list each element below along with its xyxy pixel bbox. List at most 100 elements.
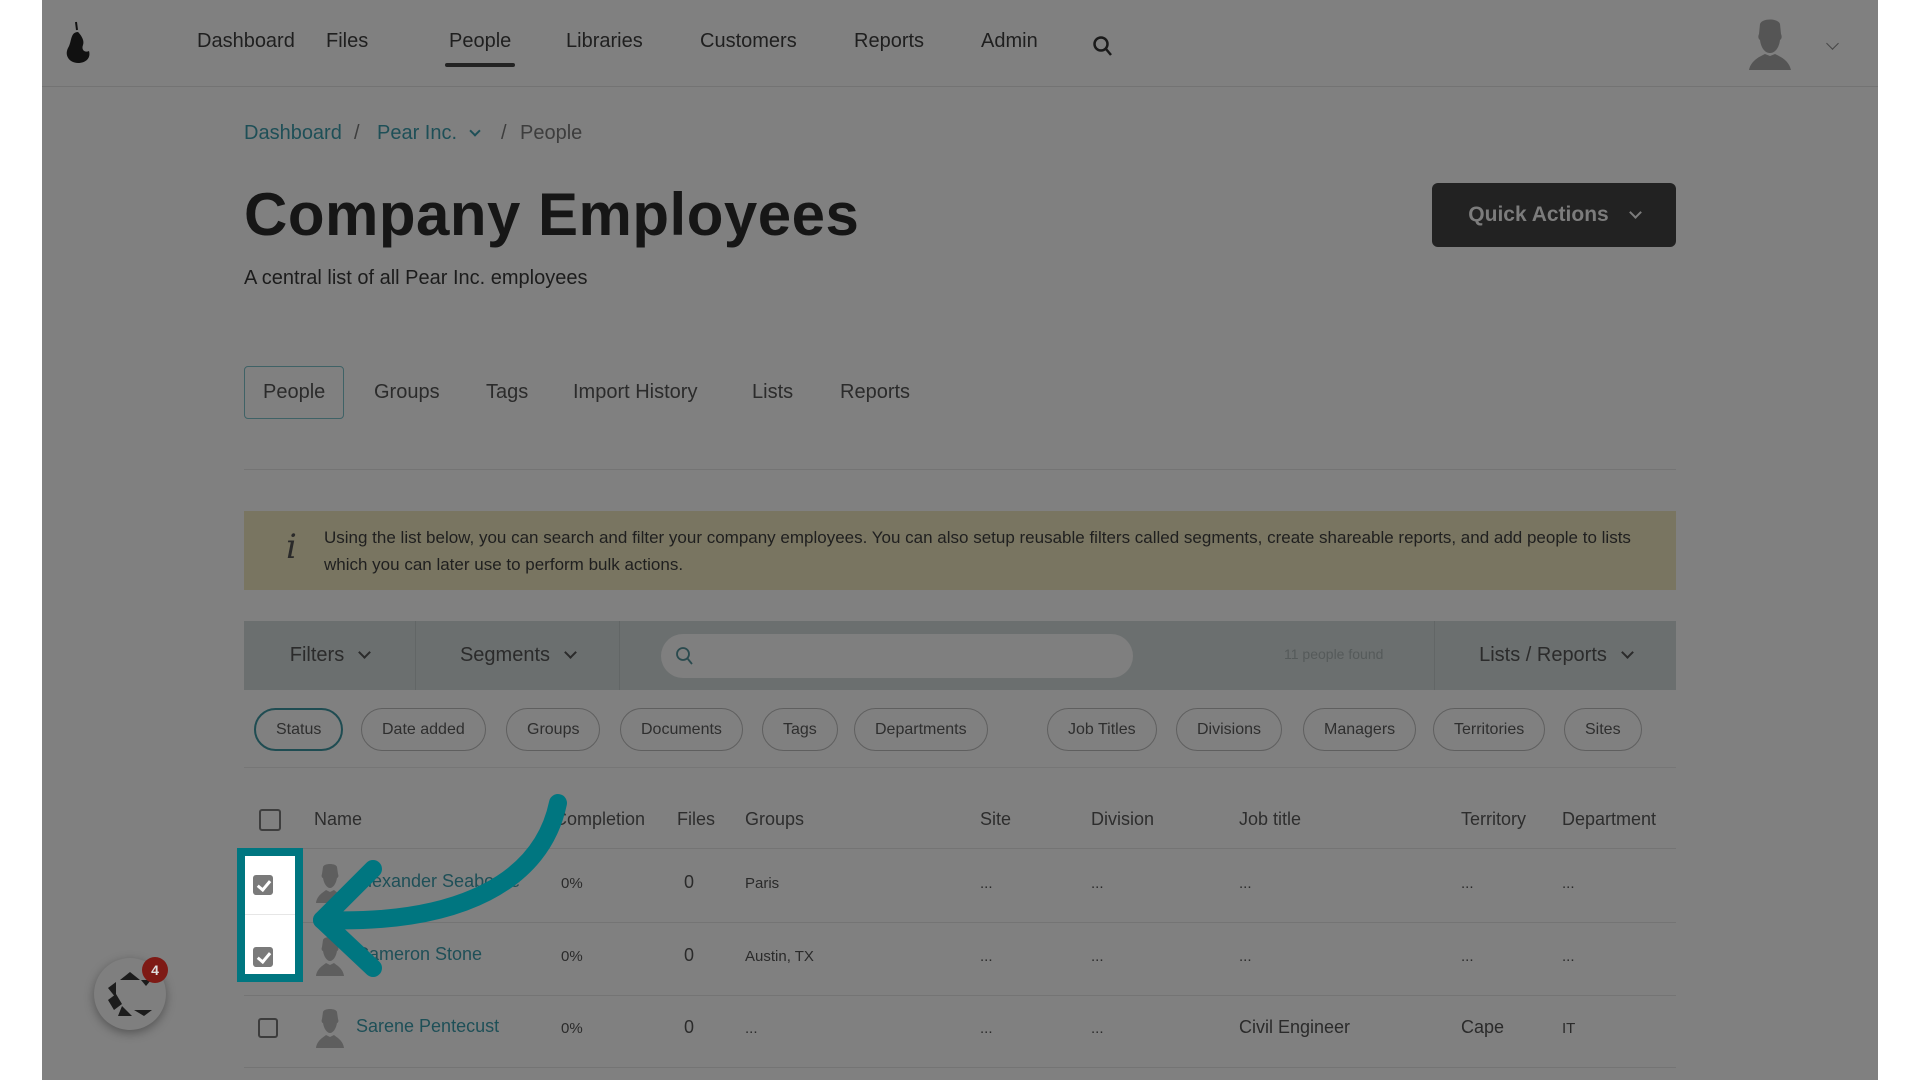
chevron-down-icon <box>564 646 577 659</box>
column-header-files[interactable]: Files <box>677 809 715 830</box>
lists-reports-label: Lists / Reports <box>1479 644 1607 666</box>
pill-documents[interactable]: Documents <box>620 708 743 751</box>
nav-dashboard[interactable]: Dashboard <box>197 30 295 53</box>
column-header-site[interactable]: Site <box>980 809 1011 830</box>
cell-territory: Cape <box>1461 1017 1505 1037</box>
quick-actions-label: Quick Actions <box>1468 203 1609 226</box>
nav-people[interactable]: People <box>449 30 511 53</box>
cell-site: ... <box>980 875 993 892</box>
chevron-down-icon <box>1628 205 1642 219</box>
pill-managers[interactable]: Managers <box>1303 708 1417 751</box>
tab-groups[interactable]: Groups <box>374 366 440 419</box>
pill-groups[interactable]: Groups <box>506 708 601 751</box>
page: Dashboard Files People Libraries Custome… <box>42 0 1878 1080</box>
cell-job-title: Civil Engineer <box>1239 1017 1351 1037</box>
cell-division: ... <box>1091 875 1104 892</box>
search-icon <box>676 647 693 665</box>
pill-tags[interactable]: Tags <box>762 708 838 751</box>
filter-toolbar: Filters Segments 11 people found Lists /… <box>244 621 1676 690</box>
column-header-division[interactable]: Division <box>1091 809 1154 830</box>
company-chevron-down-icon[interactable] <box>469 125 481 137</box>
person-name-link[interactable]: Cameron Stone <box>356 944 482 965</box>
cell-site: ... <box>980 948 993 965</box>
info-icon: i <box>286 527 297 567</box>
cell-division: ... <box>1091 1020 1104 1037</box>
cell-completion: 0% <box>561 875 583 892</box>
column-header-name[interactable]: Name <box>314 809 362 830</box>
person-avatar-icon <box>316 864 344 903</box>
segments-label: Segments <box>459 644 551 666</box>
cell-groups: Paris <box>745 875 780 892</box>
cell-department: ... <box>1562 948 1575 965</box>
pill-territories[interactable]: Territories <box>1433 708 1546 751</box>
person-name-link[interactable]: Sarene Pentecust <box>356 1016 499 1037</box>
column-header-territory[interactable]: Territory <box>1461 809 1526 830</box>
row-checkbox-highlighted[interactable] <box>253 875 273 895</box>
tab-people[interactable]: People <box>244 366 345 419</box>
row-divider <box>244 848 1676 849</box>
top-navigation: Dashboard Files People Libraries Custome… <box>42 0 1878 87</box>
pill-status[interactable]: Status <box>254 708 344 751</box>
tab-reports[interactable]: Reports <box>840 366 910 419</box>
pill-date-added[interactable]: Date added <box>361 708 486 751</box>
column-header-groups[interactable]: Groups <box>745 809 804 830</box>
divider <box>244 469 1676 470</box>
tab-import-history[interactable]: Import History <box>573 366 697 419</box>
pear-logo-icon[interactable] <box>64 20 92 64</box>
tab-lists[interactable]: Lists <box>752 366 793 419</box>
row-divider <box>245 914 295 915</box>
pill-departments[interactable]: Departments <box>854 708 988 751</box>
page-title: Company Employees <box>244 181 860 248</box>
pill-job-titles[interactable]: Job Titles <box>1047 708 1157 751</box>
notification-badge: 4 <box>142 957 168 983</box>
pill-sites[interactable]: Sites <box>1564 708 1642 751</box>
cell-job-title: ... <box>1239 948 1252 965</box>
search-input[interactable] <box>661 634 1133 678</box>
person-name-link[interactable]: Alexander Seaborne <box>356 871 520 892</box>
cell-completion: 0% <box>561 948 583 965</box>
row-checkbox[interactable] <box>258 1018 278 1038</box>
cell-site: ... <box>980 1020 993 1037</box>
nav-libraries[interactable]: Libraries <box>566 30 643 53</box>
row-divider <box>244 922 1676 923</box>
tab-tags[interactable]: Tags <box>486 366 528 419</box>
breadcrumb-company[interactable]: Pear Inc. <box>377 122 457 145</box>
row-divider <box>244 995 1676 996</box>
cell-files: 0 <box>684 1017 695 1037</box>
filters-dropdown[interactable]: Filters <box>244 621 416 690</box>
search-icon[interactable] <box>1092 35 1114 57</box>
user-avatar-icon[interactable] <box>1747 18 1793 70</box>
nav-reports[interactable]: Reports <box>854 30 924 53</box>
cell-department: ... <box>1562 875 1575 892</box>
row-divider <box>244 1067 1676 1068</box>
segments-dropdown[interactable]: Segments <box>416 621 620 690</box>
info-banner: i Using the list below, you can search a… <box>244 511 1676 590</box>
quick-actions-button[interactable]: Quick Actions <box>1432 183 1676 247</box>
page-subtitle: A central list of all Pear Inc. employee… <box>244 267 588 289</box>
column-header-department[interactable]: Department <box>1562 809 1656 830</box>
chevron-down-icon <box>1621 646 1634 659</box>
pill-divisions[interactable]: Divisions <box>1176 708 1283 751</box>
cell-territory: ... <box>1461 948 1474 965</box>
results-count: 11 people found <box>1284 646 1384 662</box>
info-text: Using the list below, you can search and… <box>324 528 1631 574</box>
cell-files: 0 <box>684 872 695 892</box>
nav-customers[interactable]: Customers <box>700 30 797 53</box>
nav-files[interactable]: Files <box>326 30 368 53</box>
user-menu-chevron-icon[interactable] <box>1826 37 1839 50</box>
breadcrumb-separator: / <box>501 122 507 144</box>
cell-groups: Austin, TX <box>745 948 814 965</box>
cell-files: 0 <box>684 945 695 965</box>
row-checkbox-highlighted[interactable] <box>253 947 273 967</box>
cell-completion: 0% <box>561 1020 583 1037</box>
cell-department: IT <box>1562 1020 1576 1037</box>
nav-admin[interactable]: Admin <box>981 30 1038 53</box>
filter-pills: Status Date added Groups Documents Tags … <box>244 690 1676 768</box>
breadcrumb-dashboard[interactable]: Dashboard <box>244 122 342 145</box>
filters-label: Filters <box>289 644 345 666</box>
select-all-checkbox[interactable] <box>259 809 281 831</box>
lists-reports-dropdown[interactable]: Lists / Reports <box>1434 621 1676 690</box>
column-header-job-title[interactable]: Job title <box>1239 809 1301 830</box>
cell-groups: ... <box>745 1020 758 1037</box>
column-header-completion[interactable]: Completion <box>554 809 645 830</box>
